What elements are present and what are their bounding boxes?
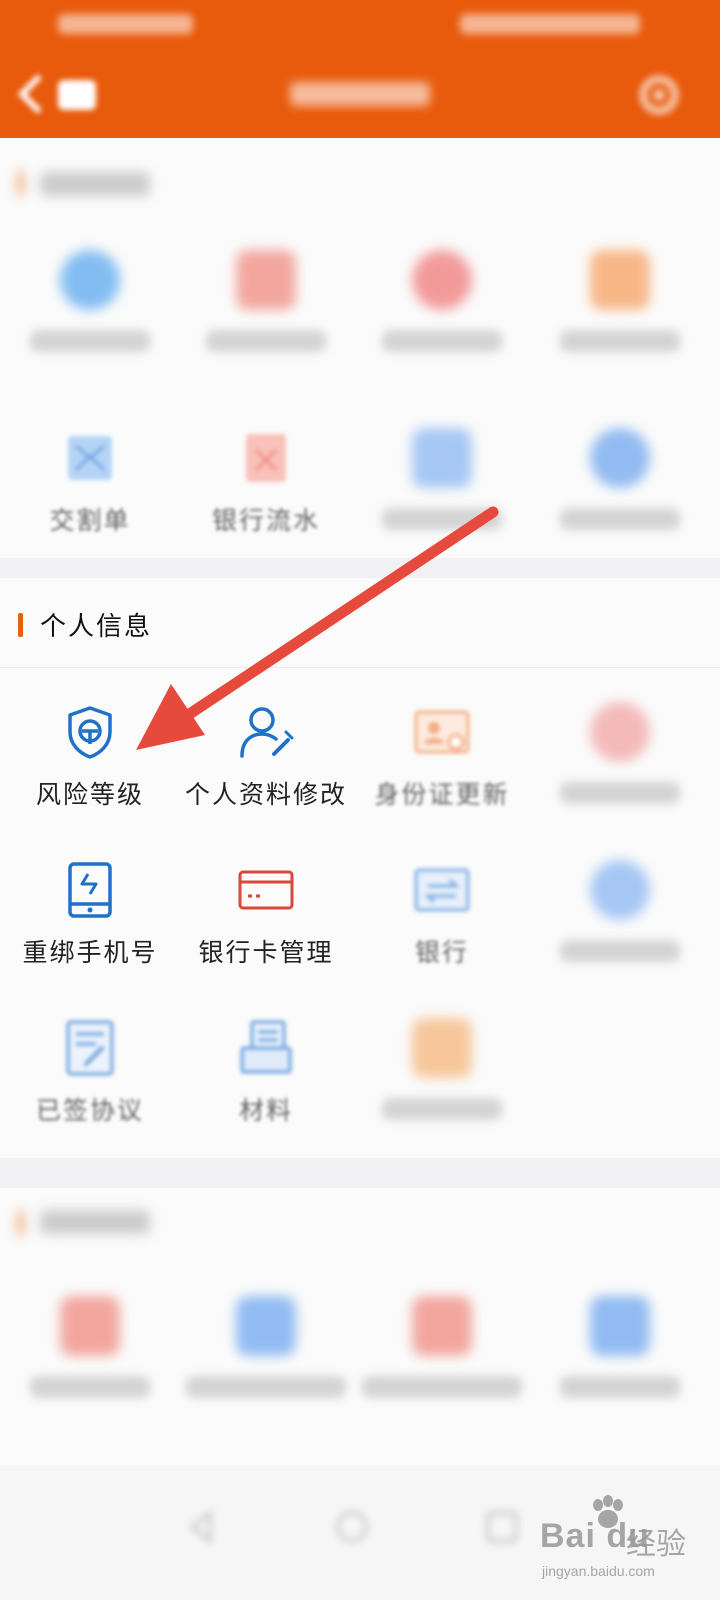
section-divider — [0, 558, 720, 578]
status-bar-left — [58, 14, 193, 34]
account-item-4[interactable] — [530, 1284, 710, 1424]
personal-item-4[interactable] — [530, 690, 710, 830]
materials-icon — [240, 1020, 292, 1074]
trade-item-label: 银行流水 — [211, 506, 320, 535]
rebind-phone-item[interactable]: 重绑手机号 — [0, 848, 180, 988]
status-bar-right — [460, 14, 640, 34]
trade-item-1[interactable] — [0, 238, 180, 378]
gear-icon[interactable] — [634, 70, 684, 120]
bank-item[interactable]: 银行 — [352, 848, 532, 988]
bank-card-label: 银行卡管理 — [198, 938, 334, 967]
trade-item-3[interactable] — [352, 238, 532, 378]
signed-agreements-item[interactable]: 已签协议 — [0, 1006, 180, 1146]
trade-query-section: 交割单 银行流水 — [0, 138, 720, 558]
nav-bar — [0, 50, 720, 138]
bank-item-label: 银行 — [414, 938, 469, 967]
trade-item-bank-statement[interactable]: 银行流水 — [176, 416, 356, 556]
personal-item-8[interactable] — [530, 848, 710, 988]
watermark-url: jingyan.baidu.com — [542, 1563, 655, 1579]
personal-info-section: 个人信息 风险等级 个人资料修改 身份证更新 重绑手机号 银行卡管理 银行 已签… — [0, 578, 720, 1158]
risk-level-label: 风险等级 — [35, 780, 144, 809]
trade-item-8[interactable] — [530, 416, 710, 556]
trade-item-2[interactable] — [176, 238, 356, 378]
bank-card-icon — [238, 870, 294, 910]
id-card-update-label: 身份证更新 — [374, 780, 510, 809]
phone-icon — [68, 862, 112, 918]
trade-item-7[interactable] — [352, 416, 532, 556]
shield-icon — [68, 706, 112, 759]
id-card-update-item[interactable]: 身份证更新 — [352, 690, 532, 830]
account-item-3[interactable] — [352, 1284, 532, 1424]
nav-home-icon[interactable] — [330, 1505, 374, 1549]
nav-recents-icon[interactable] — [480, 1505, 524, 1549]
materials-item[interactable]: 材料 — [176, 1006, 356, 1146]
rebind-phone-label: 重绑手机号 — [22, 938, 158, 967]
section-divider — [0, 1158, 720, 1188]
personal-item-11[interactable] — [352, 1006, 532, 1146]
page-title — [260, 72, 460, 116]
bank-card-item[interactable]: 银行卡管理 — [176, 848, 356, 988]
card-switch-icon — [414, 868, 470, 912]
account-mgmt-section — [0, 1188, 720, 1465]
section-accent-bar — [18, 613, 23, 637]
signed-agreements-label: 已签协议 — [35, 1096, 144, 1125]
app-header — [0, 0, 720, 138]
nav-back-icon[interactable] — [180, 1505, 224, 1549]
document-icon — [68, 436, 112, 480]
section-title: 个人信息 — [40, 612, 153, 642]
back-arrow-icon[interactable] — [14, 72, 104, 116]
bank-statement-icon — [246, 434, 286, 482]
personal-info-header: 个人信息 — [0, 590, 720, 668]
trade-query-header — [0, 148, 720, 218]
profile-edit-label: 个人资料修改 — [184, 780, 347, 809]
watermark-suffix: 经验 — [626, 1527, 686, 1562]
risk-level-item[interactable]: 风险等级 — [0, 690, 180, 830]
user-edit-icon — [240, 707, 294, 758]
trade-item-label: 交割单 — [49, 506, 131, 535]
trade-item-4[interactable] — [530, 238, 710, 378]
account-item-1[interactable] — [0, 1284, 180, 1424]
trade-item-delivery-order[interactable]: 交割单 — [0, 416, 180, 556]
agreement-icon — [66, 1020, 114, 1076]
account-item-2[interactable] — [176, 1284, 356, 1424]
watermark: Bai du 经验 jingyan.baidu.com — [540, 1495, 715, 1595]
materials-label: 材料 — [238, 1096, 293, 1125]
account-mgmt-header — [0, 1188, 720, 1258]
status-bar — [0, 0, 720, 50]
profile-edit-item[interactable]: 个人资料修改 — [176, 690, 356, 830]
id-card-icon — [414, 710, 470, 754]
